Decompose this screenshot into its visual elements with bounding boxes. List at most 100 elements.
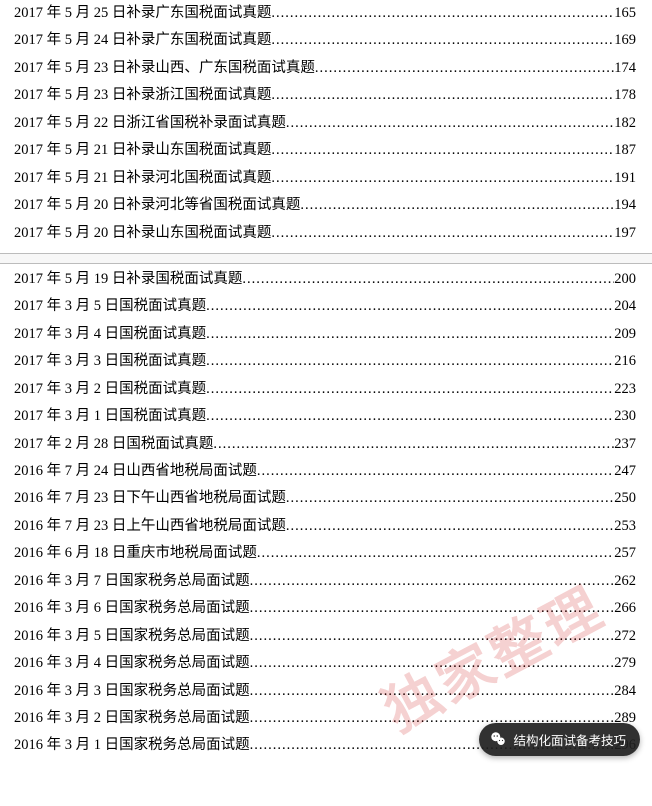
- toc-entry[interactable]: 2016 年 3 月 6 日国家税务总局面试题.................…: [14, 601, 636, 617]
- toc-entry-title: 2016 年 3 月 4 日国家税务总局面试题: [14, 656, 250, 672]
- toc-entry-page: 174: [614, 61, 636, 77]
- toc-entry-title: 2017 年 5 月 23 日补录浙江国税面试真题: [14, 88, 271, 104]
- toc-entry-title: 2016 年 3 月 2 日国家税务总局面试题: [14, 711, 250, 727]
- toc-entry-title: 2016 年 7 月 23 日上午山西省地税局面试题: [14, 519, 286, 535]
- toc-dot-leader: ........................................…: [250, 601, 615, 617]
- toc-entry[interactable]: 2016 年 3 月 7 日国家税务总局面试题.................…: [14, 574, 636, 590]
- toc-entry-page: 187: [614, 143, 636, 159]
- toc-dot-leader: ........................................…: [271, 88, 614, 104]
- toc-dot-leader: ........................................…: [286, 116, 614, 132]
- toc-entry[interactable]: 2017 年 5 月 24 日补录广东国税面试真题...............…: [14, 33, 636, 49]
- toc-entry[interactable]: 2017 年 3 月 3 日国税面试真题....................…: [14, 354, 636, 370]
- toc-entry[interactable]: 2017 年 5 月 21 日补录山东国税面试真题...............…: [14, 143, 636, 159]
- toc-dot-leader: ........................................…: [300, 198, 614, 214]
- toc-entry[interactable]: 2017 年 5 月 19 日补录国税面试真题.................…: [14, 272, 636, 288]
- toc-entry-page: 272: [614, 629, 636, 645]
- toc-section-2: 2017 年 5 月 19 日补录国税面试真题.................…: [14, 272, 636, 754]
- toc-entry-page: 169: [614, 33, 636, 49]
- toc-dot-leader: ........................................…: [271, 226, 614, 242]
- toc-dot-leader: ........................................…: [213, 437, 614, 453]
- toc-entry-title: 2016 年 3 月 7 日国家税务总局面试题: [14, 574, 250, 590]
- toc-entry-title: 2016 年 3 月 6 日国家税务总局面试题: [14, 601, 250, 617]
- toc-entry-title: 2017 年 5 月 19 日补录国税面试真题: [14, 272, 242, 288]
- toc-entry-page: 237: [614, 437, 636, 453]
- toc-entry-title: 2017 年 3 月 2 日国税面试真题: [14, 382, 206, 398]
- toc-entry-page: 165: [614, 6, 636, 22]
- toc-entry-title: 2017 年 3 月 4 日国税面试真题: [14, 327, 206, 343]
- toc-entry[interactable]: 2016 年 6 月 18 日重庆市地税局面试题................…: [14, 546, 636, 562]
- toc-dot-leader: ........................................…: [206, 327, 614, 343]
- toc-dot-leader: ........................................…: [242, 272, 614, 288]
- toc-dot-leader: ........................................…: [271, 33, 614, 49]
- toc-entry-title: 2017 年 5 月 20 日补录山东国税面试真题: [14, 226, 271, 242]
- toc-entry[interactable]: 2016 年 3 月 3 日国家税务总局面试题.................…: [14, 684, 636, 700]
- toc-entry-page: 204: [614, 299, 636, 315]
- toc-dot-leader: ........................................…: [257, 464, 614, 480]
- toc-entry-page: 266: [614, 601, 636, 617]
- toc-entry[interactable]: 2017 年 5 月 25 日补录广东国税面试真题...............…: [14, 6, 636, 22]
- toc-entry-title: 2017 年 5 月 23 日补录山西、广东国税面试真题: [14, 61, 315, 77]
- toc-entry-page: 182: [614, 116, 636, 132]
- toc-entry[interactable]: 2016 年 3 月 4 日国家税务总局面试题.................…: [14, 656, 636, 672]
- toc-dot-leader: ........................................…: [257, 546, 614, 562]
- toc-entry[interactable]: 2017 年 5 月 20 日补录山东国税面试真题...............…: [14, 226, 636, 242]
- toc-entry-page: 194: [614, 198, 636, 214]
- toc-dot-leader: ........................................…: [286, 491, 614, 507]
- toc-entry-page: 230: [614, 409, 636, 425]
- toc-entry[interactable]: 2017 年 5 月 21 日补录河北国税面试真题...............…: [14, 171, 636, 187]
- toc-entry-title: 2017 年 5 月 21 日补录河北国税面试真题: [14, 171, 271, 187]
- toc-entry-title: 2016 年 3 月 3 日国家税务总局面试题: [14, 684, 250, 700]
- wechat-float-label: 结构化面试备考技巧: [513, 730, 626, 749]
- toc-dot-leader: ........................................…: [271, 171, 614, 187]
- toc-entry-title: 2017 年 3 月 5 日国税面试真题: [14, 299, 206, 315]
- toc-entry[interactable]: 2017 年 3 月 4 日国税面试真题....................…: [14, 327, 636, 343]
- page-break: [0, 253, 652, 264]
- toc-entry-page: 262: [614, 574, 636, 590]
- toc-entry-title: 2017 年 5 月 24 日补录广东国税面试真题: [14, 33, 271, 49]
- toc-entry-title: 2017 年 5 月 25 日补录广东国税面试真题: [14, 6, 271, 22]
- toc-entry-page: 223: [614, 382, 636, 398]
- toc-entry[interactable]: 2016 年 7 月 23 日下午山西省地税局面试题..............…: [14, 491, 636, 507]
- toc-entry-page: 279: [614, 656, 636, 672]
- toc-dot-leader: ........................................…: [315, 61, 614, 77]
- toc-entry[interactable]: 2016 年 3 月 5 日国家税务总局面试题.................…: [14, 629, 636, 645]
- toc-dot-leader: ........................................…: [271, 143, 614, 159]
- toc-entry[interactable]: 2017 年 2 月 28 日国税面试真题...................…: [14, 437, 636, 453]
- wechat-icon: [489, 730, 507, 748]
- toc-entry[interactable]: 2017 年 3 月 2 日国税面试真题....................…: [14, 382, 636, 398]
- wechat-float-button[interactable]: 结构化面试备考技巧: [479, 723, 640, 756]
- toc-dot-leader: ........................................…: [206, 354, 614, 370]
- toc-entry-title: 2017 年 5 月 20 日补录河北等省国税面试真题: [14, 198, 300, 214]
- toc-entry-title: 2016 年 3 月 5 日国家税务总局面试题: [14, 629, 250, 645]
- toc-entry[interactable]: 2017 年 5 月 20 日补录河北等省国税面试真题.............…: [14, 198, 636, 214]
- toc-dot-leader: ........................................…: [250, 574, 615, 590]
- toc-entry-page: 209: [614, 327, 636, 343]
- toc-entry-title: 2017 年 5 月 21 日补录山东国税面试真题: [14, 143, 271, 159]
- toc-entry[interactable]: 2016 年 7 月 24 日山西省地税局面试题................…: [14, 464, 636, 480]
- toc-entry-title: 2016 年 6 月 18 日重庆市地税局面试题: [14, 546, 257, 562]
- toc-dot-leader: ........................................…: [206, 382, 614, 398]
- toc-entry[interactable]: 2017 年 5 月 23 日补录山西、广东国税面试真题............…: [14, 61, 636, 77]
- toc-dot-leader: ........................................…: [206, 409, 614, 425]
- toc-dot-leader: ........................................…: [250, 684, 615, 700]
- toc-entry[interactable]: 2017 年 5 月 22 日浙江省国税补录面试真题..............…: [14, 116, 636, 132]
- toc-entry-title: 2017 年 3 月 3 日国税面试真题: [14, 354, 206, 370]
- toc-dot-leader: ........................................…: [271, 6, 614, 22]
- toc-entry-page: 253: [614, 519, 636, 535]
- toc-entry-title: 2017 年 5 月 22 日浙江省国税补录面试真题: [14, 116, 286, 132]
- toc-entry-page: 200: [614, 272, 636, 288]
- toc-dot-leader: ........................................…: [250, 629, 615, 645]
- toc-entry[interactable]: 2017 年 3 月 1 日国税面试真题....................…: [14, 409, 636, 425]
- toc-entry[interactable]: 2017 年 3 月 5 日国税面试真题....................…: [14, 299, 636, 315]
- toc-section-1: 2017 年 5 月 25 日补录广东国税面试真题...............…: [14, 6, 636, 241]
- toc-entry-page: 284: [614, 684, 636, 700]
- toc-entry-page: 191: [614, 171, 636, 187]
- toc-entry-title: 2016 年 3 月 1 日国家税务总局面试题: [14, 738, 250, 754]
- toc-entry[interactable]: 2016 年 7 月 23 日上午山西省地税局面试题..............…: [14, 519, 636, 535]
- toc-entry[interactable]: 2017 年 5 月 23 日补录浙江国税面试真题...............…: [14, 88, 636, 104]
- toc-entry-title: 2016 年 7 月 23 日下午山西省地税局面试题: [14, 491, 286, 507]
- toc-dot-leader: ........................................…: [286, 519, 614, 535]
- toc-entry-title: 2016 年 7 月 24 日山西省地税局面试题: [14, 464, 257, 480]
- toc-entry-page: 247: [614, 464, 636, 480]
- toc-entry-title: 2017 年 3 月 1 日国税面试真题: [14, 409, 206, 425]
